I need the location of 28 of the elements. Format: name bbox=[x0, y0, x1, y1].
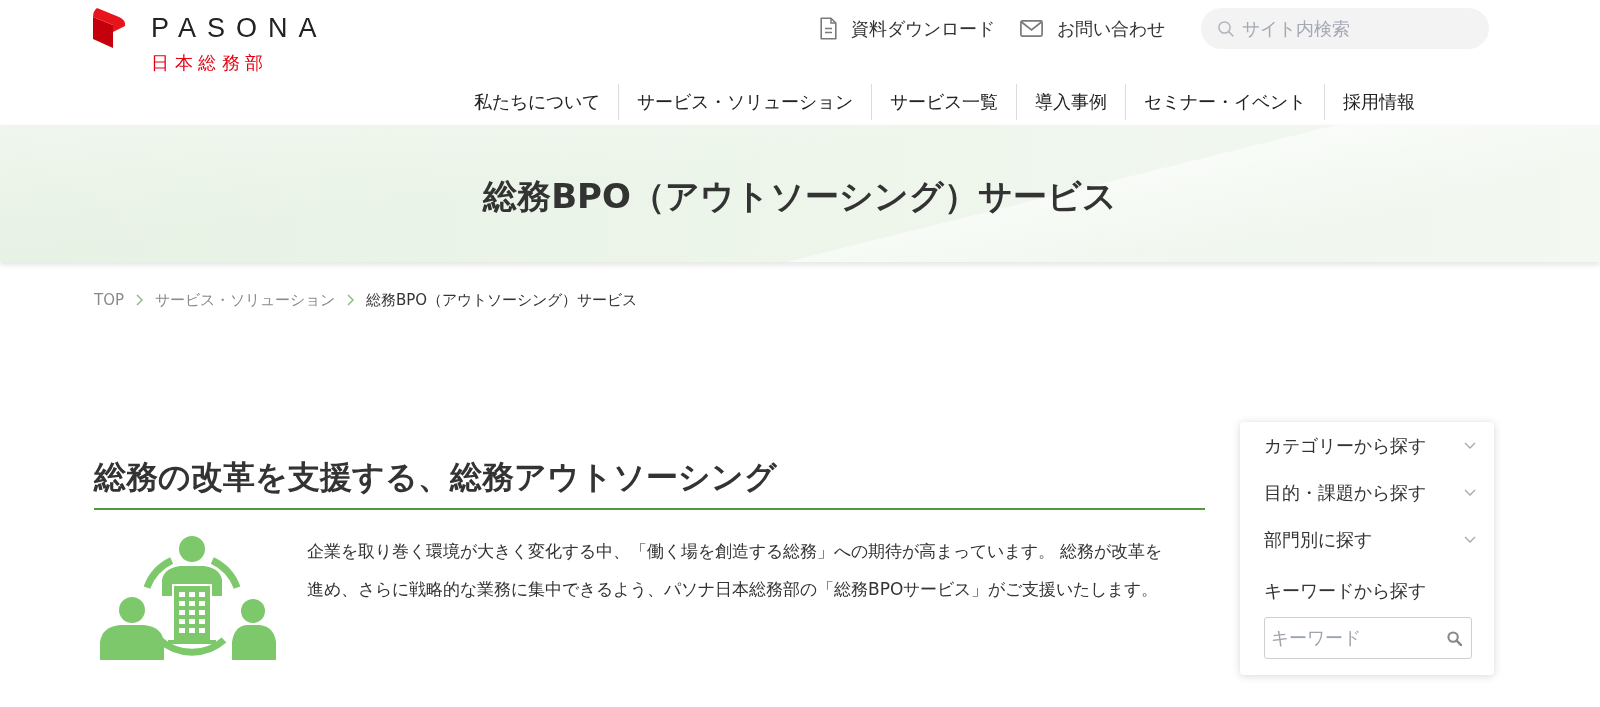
search-icon bbox=[1447, 630, 1462, 646]
chevron-right-icon bbox=[347, 294, 354, 306]
document-icon bbox=[820, 17, 837, 40]
nav-link[interactable]: サービス・ソリューション bbox=[618, 84, 871, 120]
mail-icon bbox=[1020, 20, 1043, 37]
nav-link[interactable]: 採用情報 bbox=[1324, 84, 1433, 120]
logo-subtitle: 日本総務部 bbox=[151, 51, 269, 75]
nav-link[interactable]: 私たちについて bbox=[456, 84, 618, 120]
contact-link[interactable]: お問い合わせ bbox=[1020, 16, 1165, 41]
nav-link[interactable]: 導入事例 bbox=[1016, 84, 1125, 120]
intro-paragraph: 企業を取り巻く環境が大きく変化する中、「働く場を創造する総務」への期待が高まっています。 総務が改革を進め、さらに戦略的な業務に集中できるよう、パソナ日本総務部の「総務BPOサービス」がご支援いたします。 bbox=[307, 540, 1164, 601]
logo-wordmark: PASONA bbox=[151, 13, 328, 43]
keyword-label: キーワードから探す bbox=[1264, 580, 1427, 603]
nav-link[interactable]: サービス一覧 bbox=[871, 84, 1016, 120]
section-heading: 総務の改革を支援する、総務アウトソーシング bbox=[94, 458, 777, 497]
menu-toggle[interactable]: カテゴリーから探す bbox=[1264, 422, 1476, 469]
search-icon bbox=[1218, 20, 1234, 37]
document-link[interactable]: 資料ダウンロード bbox=[820, 16, 995, 41]
chevron-right-icon bbox=[136, 294, 143, 306]
site-search-field[interactable]: サイト内検索 bbox=[1201, 8, 1489, 49]
nav-link[interactable]: セミナー・イベント bbox=[1125, 84, 1324, 120]
menu-toggle[interactable]: 部門別に探す bbox=[1264, 516, 1476, 563]
logo-icon bbox=[93, 8, 126, 48]
breadcrumb-current: 総務BPO（アウトソーシング）サービス bbox=[366, 290, 638, 311]
breadcrumb-link[interactable]: サービス・ソリューション bbox=[155, 289, 335, 311]
page-title: 総務BPO（アウトソーシング）サービス bbox=[483, 174, 1117, 218]
keyword-field[interactable]: キーワード bbox=[1264, 617, 1472, 659]
menu-toggle[interactable]: 目的・課題から探す bbox=[1264, 469, 1476, 516]
